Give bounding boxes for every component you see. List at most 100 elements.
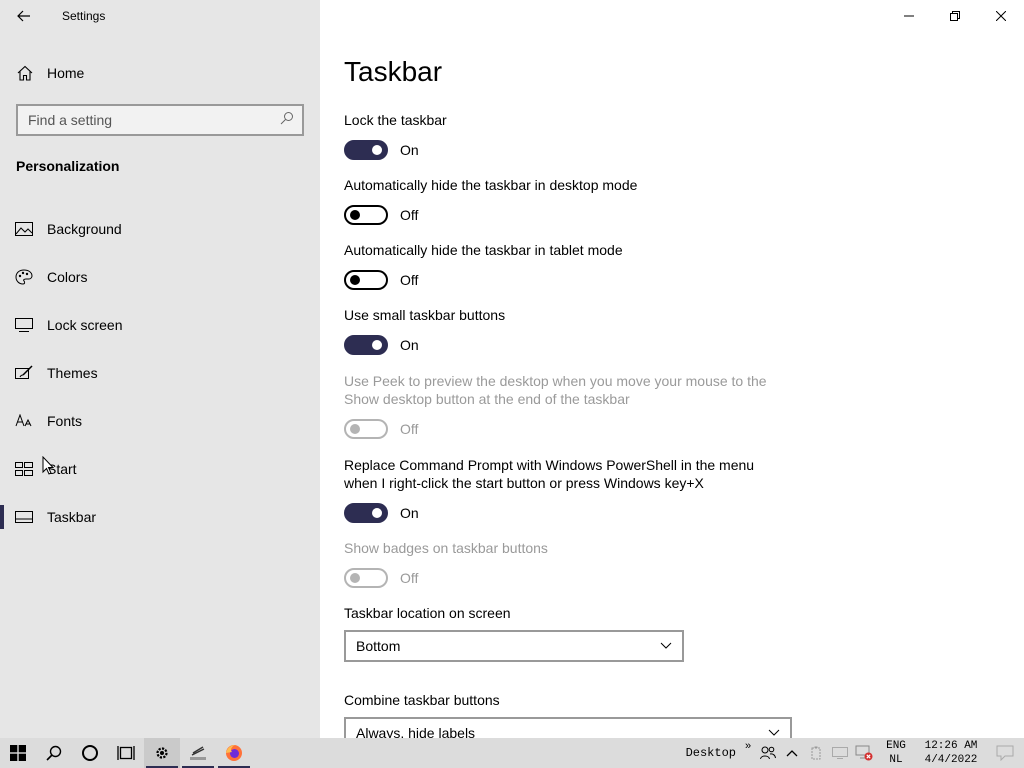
start-tiles-icon <box>15 460 33 478</box>
brush-icon <box>15 364 33 382</box>
sidebar-item-background[interactable]: Background <box>0 205 320 253</box>
toggle-state: On <box>400 505 419 521</box>
keyboard-layout: NL <box>889 754 903 766</box>
autohide-desktop-toggle[interactable] <box>344 205 388 225</box>
setting-label: Use small taskbar buttons <box>344 307 506 323</box>
setting-label: Use Peek to preview the desktop when you… <box>344 373 767 407</box>
mouse-cursor-icon <box>42 456 55 475</box>
taskbar: Desktop » ENG NL 12:26 AM 4/4/2022 <box>0 738 1024 768</box>
home-icon <box>16 64 34 82</box>
chevron-double-right-icon[interactable]: » <box>740 738 756 768</box>
display-icon[interactable] <box>828 738 852 768</box>
desktop-toolbar-label[interactable]: Desktop <box>686 746 736 760</box>
clock[interactable]: 12:26 AM 4/4/2022 <box>916 739 986 767</box>
setting-label: Taskbar location on screen <box>344 605 511 621</box>
settings-taskbar-app[interactable] <box>144 738 180 768</box>
firefox-taskbar-button[interactable] <box>216 738 252 768</box>
sidebar-item-taskbar[interactable]: Taskbar <box>0 493 320 541</box>
toggle-state: On <box>400 142 419 158</box>
chevron-down-icon <box>768 729 780 736</box>
search-input[interactable] <box>28 112 268 128</box>
dropdown-value: Bottom <box>356 638 401 654</box>
cortana-circle-icon <box>82 745 98 761</box>
task-view-button[interactable] <box>108 738 144 768</box>
lock-taskbar-toggle[interactable] <box>344 140 388 160</box>
people-icon[interactable] <box>756 738 780 768</box>
language-indicator[interactable]: ENG NL <box>876 739 916 767</box>
setting-location: Taskbar location on screen Bottom <box>344 604 804 662</box>
setting-powershell: Replace Command Prompt with Windows Powe… <box>344 456 784 523</box>
sidebar-item-label: Background <box>47 221 122 237</box>
search-box[interactable] <box>16 104 304 136</box>
battery-icon[interactable] <box>804 738 828 768</box>
sidebar-item-themes[interactable]: Themes <box>0 349 320 397</box>
monitor-lock-icon <box>15 316 33 334</box>
back-button[interactable] <box>0 0 48 32</box>
setting-label: Replace Command Prompt with Windows Powe… <box>344 457 755 491</box>
small-buttons-toggle[interactable] <box>344 335 388 355</box>
language-code: ENG <box>886 740 906 752</box>
sidebar: Settings Home Personalization Background… <box>0 0 320 738</box>
system-tray: Desktop » ENG NL 12:26 AM 4/4/2022 <box>686 738 1024 768</box>
home-nav[interactable]: Home <box>0 56 320 90</box>
badges-toggle <box>344 568 388 588</box>
powershell-toggle[interactable] <box>344 503 388 523</box>
sidebar-item-label: Lock screen <box>47 317 123 333</box>
setting-autohide-desktop: Automatically hide the taskbar in deskto… <box>344 176 784 225</box>
main-content: Taskbar Lock the taskbar On Automaticall… <box>344 0 1024 738</box>
app-title: Settings <box>62 9 106 23</box>
search-taskbar-button[interactable] <box>36 738 72 768</box>
page-title: Taskbar <box>344 56 443 87</box>
setting-combine: Combine taskbar buttons Always, hide lab… <box>344 691 804 738</box>
start-button[interactable] <box>0 738 36 768</box>
sidebar-item-label: Themes <box>47 365 98 381</box>
app-icon <box>190 746 206 760</box>
search-icon[interactable] <box>280 111 294 130</box>
setting-badges: Show badges on taskbar buttons Off <box>344 539 784 588</box>
combine-dropdown[interactable]: Always, hide labels <box>344 717 792 738</box>
network-disconnected-icon[interactable] <box>852 738 876 768</box>
home-label: Home <box>47 65 85 81</box>
sidebar-item-lock-screen[interactable]: Lock screen <box>0 301 320 349</box>
sidebar-nav: Background Colors Lock screen Themes Fon… <box>0 205 320 541</box>
back-arrow-icon <box>17 10 30 22</box>
dropdown-value: Always, hide labels <box>356 725 476 738</box>
toggle-state: Off <box>400 207 419 223</box>
palette-icon <box>15 268 33 286</box>
setting-small-buttons: Use small taskbar buttons On <box>344 306 784 355</box>
task-view-icon <box>117 746 135 760</box>
setting-label: Show badges on taskbar buttons <box>344 540 548 556</box>
location-dropdown[interactable]: Bottom <box>344 630 684 662</box>
toggle-state: Off <box>400 570 419 586</box>
autohide-tablet-toggle[interactable] <box>344 270 388 290</box>
title-bar: Settings <box>0 0 320 32</box>
sidebar-item-label: Colors <box>47 269 88 285</box>
font-icon <box>15 412 33 430</box>
sidebar-item-label: Taskbar <box>47 509 97 525</box>
toggle-state: On <box>400 337 419 353</box>
setting-autohide-tablet: Automatically hide the taskbar in tablet… <box>344 241 784 290</box>
sidebar-item-colors[interactable]: Colors <box>0 253 320 301</box>
image-icon <box>15 220 33 238</box>
chevron-down-icon <box>660 642 672 649</box>
toggle-state: Off <box>400 421 419 437</box>
gear-icon <box>156 747 168 759</box>
windows-logo-icon <box>10 745 26 761</box>
setting-label: Lock the taskbar <box>344 112 447 128</box>
search-icon <box>46 745 62 761</box>
clock-time: 12:26 AM <box>924 740 978 752</box>
setting-lock-taskbar: Lock the taskbar On <box>344 111 784 160</box>
notification-icon <box>996 745 1014 761</box>
sidebar-item-label: Fonts <box>47 413 83 429</box>
setting-label: Combine taskbar buttons <box>344 692 500 708</box>
app-taskbar-button[interactable] <box>180 738 216 768</box>
section-title: Personalization <box>16 158 120 174</box>
setting-label: Automatically hide the taskbar in deskto… <box>344 177 638 193</box>
peek-toggle <box>344 419 388 439</box>
chevron-up-icon[interactable] <box>780 738 804 768</box>
cortana-button[interactable] <box>72 738 108 768</box>
clock-date: 4/4/2022 <box>924 754 978 766</box>
taskbar-icon <box>15 508 33 526</box>
sidebar-item-fonts[interactable]: Fonts <box>0 397 320 445</box>
action-center-button[interactable] <box>986 738 1024 768</box>
